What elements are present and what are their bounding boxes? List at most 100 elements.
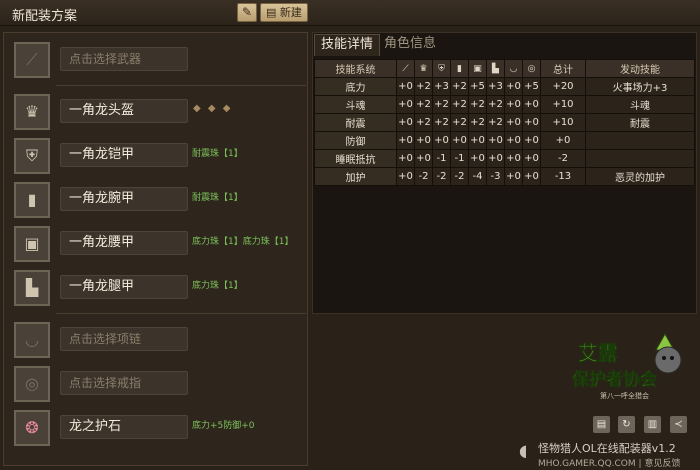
weapon-slot[interactable]: 点击选择武器: [60, 47, 188, 71]
skill-value: +0: [396, 77, 415, 96]
skill-table-header: 技能系统 ⟋ ♛ ⛨ ▮ ▣ ▙ ◡ ◎ 总计 发动技能: [314, 59, 695, 78]
skill-value: +0: [504, 149, 523, 168]
skill-row: 防御 +0 +0 +0 +0 +0 +0 +0 +0 +0: [314, 131, 695, 150]
skill-value: +0: [414, 131, 433, 150]
skill-name: 防御: [314, 131, 397, 150]
footer-separator: |: [638, 459, 642, 469]
leg-icon[interactable]: ▙: [14, 270, 50, 306]
skill-value: +0: [486, 131, 505, 150]
skill-value: +0: [450, 131, 469, 150]
skill-value: +2: [486, 113, 505, 132]
skill-value: +2: [432, 113, 451, 132]
chest-icon: ⛨: [432, 59, 451, 78]
skill-value: +2: [450, 95, 469, 114]
new-plan-button[interactable]: ▤ 新建: [260, 3, 308, 22]
leg-icon: ▙: [486, 59, 505, 78]
skill-value: +0: [396, 95, 415, 114]
save-button[interactable]: ▤: [593, 416, 610, 433]
airu-guardian-logo: 艾露 保护者协会 第八一呼全猎会: [571, 332, 682, 400]
skill-active: [585, 149, 695, 168]
pencil-icon: ✎: [241, 5, 253, 19]
skill-total: -13: [540, 167, 586, 186]
save-icon: ▤: [596, 419, 607, 430]
skill-value: +2: [468, 95, 487, 114]
skill-value: +0: [504, 113, 523, 132]
share-button[interactable]: ≺: [670, 416, 687, 433]
share-icon: ≺: [674, 419, 683, 430]
skill-value: +2: [432, 95, 451, 114]
ring-slot[interactable]: 点击选择戒指: [60, 371, 188, 395]
skill-name: 斗魂: [314, 95, 397, 114]
necklace-slot[interactable]: 点击选择项链: [60, 327, 188, 351]
skill-value: -2: [450, 167, 469, 186]
arm-icon[interactable]: ▮: [14, 182, 50, 218]
skill-name: 加护: [314, 167, 397, 186]
skill-row: 加护 +0 -2 -2 -2 -4 -3 +0 +0 -13 恶灵的加护: [314, 167, 695, 186]
footer-sub: MHO.GAMER.QQ.COM | 意见反馈: [538, 456, 680, 469]
decoration-slots[interactable]: ◆ ◆ ◆: [193, 103, 232, 114]
col-total: 总计: [540, 59, 586, 78]
skill-value: +5: [522, 77, 541, 96]
skill-value: +0: [522, 95, 541, 114]
skill-row: 耐震 +0 +2 +2 +2 +2 +2 +0 +0 +10 耐震: [314, 113, 695, 132]
skill-total: +0: [540, 131, 586, 150]
skill-value: +0: [522, 149, 541, 168]
ring-icon[interactable]: ◎: [14, 366, 50, 402]
top-bar: 新配装方案 ✎ ▤ 新建: [0, 0, 700, 26]
refresh-button[interactable]: ↻: [618, 416, 635, 433]
skill-value: +0: [522, 113, 541, 132]
edit-name-button[interactable]: ✎: [237, 3, 257, 22]
delete-button[interactable]: ▥: [644, 416, 661, 433]
skill-value: +0: [432, 131, 451, 150]
waist-icon: ▣: [468, 59, 487, 78]
page-title: 新配装方案: [12, 9, 78, 24]
skill-value: +2: [414, 95, 433, 114]
skill-value: +5: [468, 77, 487, 96]
helmet-slot[interactable]: 一角龙头盔: [60, 99, 188, 123]
skill-value: +0: [396, 131, 415, 150]
chest-slot[interactable]: 一角龙铠甲: [60, 143, 188, 167]
trash-icon: ▥: [647, 419, 658, 430]
waist-icon[interactable]: ▣: [14, 226, 50, 262]
weapon-icon[interactable]: ⟋: [14, 42, 50, 78]
tab-skill-details[interactable]: 技能详情: [314, 34, 381, 56]
waist-slot[interactable]: 一角龙腰甲: [60, 231, 188, 255]
skill-value: +0: [396, 167, 415, 186]
skill-name: 耐震: [314, 113, 397, 132]
necklace-icon[interactable]: ◡: [14, 322, 50, 358]
arm-slot[interactable]: 一角龙腕甲: [60, 187, 188, 211]
skill-value: +0: [522, 131, 541, 150]
skill-value: +0: [468, 131, 487, 150]
charm-slot[interactable]: 龙之护石: [60, 415, 188, 439]
skill-total: -2: [540, 149, 586, 168]
chest-icon[interactable]: ⛨: [14, 138, 50, 174]
skill-value: -1: [432, 149, 451, 168]
skill-value: +3: [432, 77, 451, 96]
logo-sub: 第八一呼全猎会: [600, 391, 649, 400]
skill-value: +0: [396, 113, 415, 132]
skill-active: 斗魂: [585, 95, 695, 114]
skill-value: +2: [450, 113, 469, 132]
tab-character-info[interactable]: 角色信息: [378, 34, 442, 56]
skill-active: 火事场力+3: [585, 77, 695, 96]
ring-icon: ◎: [522, 59, 541, 78]
skill-total: +10: [540, 95, 586, 114]
skill-value: -3: [486, 167, 505, 186]
game-logo-icon: ◖: [519, 441, 528, 460]
logo-line2: 保护者协会: [572, 370, 657, 390]
skill-active: 恶灵的加护: [585, 167, 695, 186]
skill-value: +2: [450, 77, 469, 96]
skill-value: +0: [468, 149, 487, 168]
skill-value: +2: [486, 95, 505, 114]
skill-row: 底力 +0 +2 +3 +2 +5 +3 +0 +5 +20 火事场力+3: [314, 77, 695, 96]
skill-value: +0: [486, 149, 505, 168]
skill-total: +10: [540, 113, 586, 132]
skill-row: 斗魂 +0 +2 +2 +2 +2 +2 +0 +0 +10 斗魂: [314, 95, 695, 114]
leg-slot[interactable]: 一角龙腿甲: [60, 275, 188, 299]
footer-site-link[interactable]: MHO.GAMER.QQ.COM: [538, 459, 636, 469]
feedback-link[interactable]: 意见反馈: [644, 459, 680, 469]
skill-row: 睡眠抵抗 +0 +0 -1 -1 +0 +0 +0 +0 -2: [314, 149, 695, 168]
helmet-icon[interactable]: ♛: [14, 94, 50, 130]
charm-icon[interactable]: ❂: [14, 410, 50, 446]
skill-value: +0: [396, 149, 415, 168]
